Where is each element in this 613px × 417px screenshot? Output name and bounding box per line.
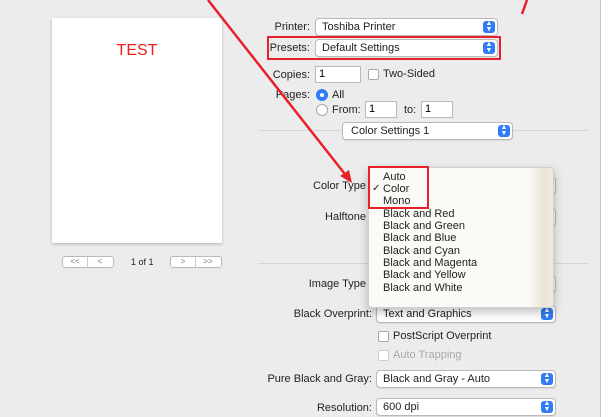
annotation-arrow-line	[520, 0, 529, 15]
annotation-arrow-line	[207, 0, 349, 179]
annotation-arrows	[207, 0, 529, 183]
